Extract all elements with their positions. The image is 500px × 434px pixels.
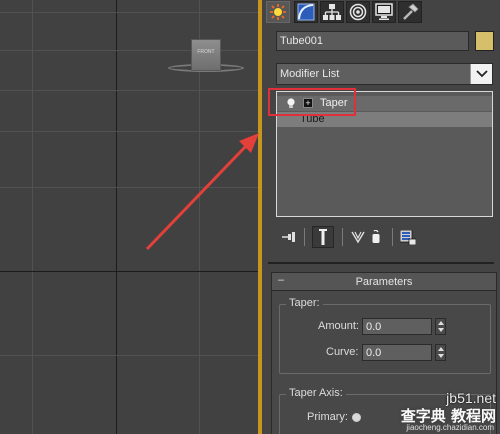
toolbar-separator [304,228,305,246]
panel-divider [268,262,494,264]
watermark-domain: jb51.net [446,390,496,406]
primary-axis-radio[interactable] [352,413,361,422]
tab-utilities[interactable] [398,1,422,23]
utilities-icon [403,3,419,20]
modifier-stack-toolbar [276,224,493,250]
pin-stack-button[interactable] [280,226,298,248]
grid-line [0,187,258,188]
curve-spinner[interactable] [435,344,446,361]
tab-hierarchy[interactable] [320,1,344,23]
tab-display[interactable] [372,1,396,23]
group-title: Taper: [286,297,323,309]
parameters-rollout-header[interactable]: – Parameters [272,273,496,291]
amount-field[interactable] [362,318,432,335]
object-name-field[interactable] [276,31,469,51]
watermark: jb51.net 查字典 教程网 jiaocheng.chazidian.com [362,390,498,434]
amount-label: Amount: [318,320,359,332]
end-result-icon [319,229,327,245]
taper-group: Taper: Amount: Curve: [279,297,491,374]
configure-sets-icon [400,229,416,245]
perspective-viewport[interactable]: FRONT [0,0,258,434]
modify-icon [297,3,315,21]
trash-icon [372,230,380,243]
watermark-url: jiaocheng.chazidian.com [406,423,494,432]
remove-modifier-button[interactable] [368,226,384,248]
tab-modify[interactable] [294,1,318,23]
make-unique-button[interactable] [350,226,366,248]
make-unique-icon [351,231,365,244]
configure-modifier-sets-button[interactable] [398,226,418,248]
grid-line [0,12,258,13]
display-icon [375,3,393,20]
command-panel: Modifier List + Taper Tube [262,0,500,434]
pin-icon [282,232,295,242]
modifier-list-dropdown[interactable]: Modifier List [276,63,493,85]
grid-line [0,90,258,91]
grid-line [0,131,258,132]
chevron-down-icon[interactable] [470,64,492,84]
curve-label: Curve: [326,346,359,358]
grid-line-major [0,271,258,272]
viewcube-face-label: FRONT [197,49,215,55]
object-color-swatch[interactable] [475,31,494,51]
toolbar-separator [392,228,393,246]
tab-create[interactable] [266,1,290,23]
grid-line [0,355,258,356]
primary-label: Primary: [307,411,348,423]
grid-line [32,0,33,434]
hierarchy-icon [323,4,341,20]
curve-field[interactable] [362,344,432,361]
amount-spinner[interactable] [435,318,446,335]
show-end-result-button[interactable] [312,226,334,248]
grid-line-major [116,0,117,434]
rollout-title: Parameters [355,276,413,288]
modifier-list-label: Modifier List [280,68,340,80]
toolbar-separator [342,228,343,246]
create-icon [270,4,286,20]
group-title: Taper Axis: [286,387,346,399]
viewcube[interactable]: FRONT [191,39,221,71]
motion-icon [349,3,367,21]
command-panel-tabs [264,0,500,26]
highlight-box [268,88,356,116]
tab-motion[interactable] [346,1,370,23]
